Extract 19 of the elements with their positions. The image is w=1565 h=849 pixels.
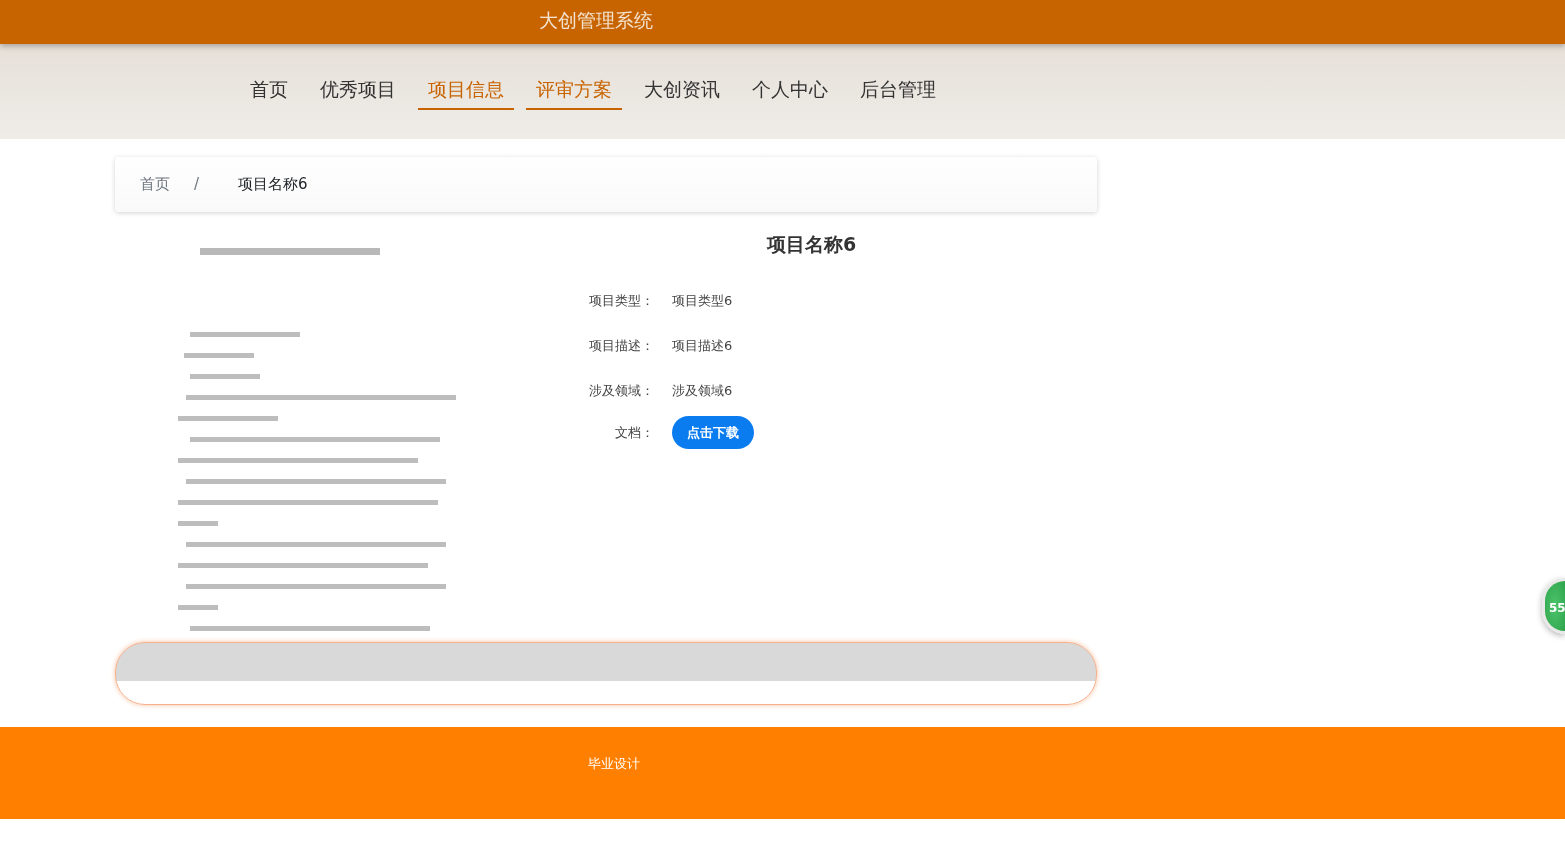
breadcrumb-link[interactable]: 首页 (140, 173, 170, 196)
project-title: 项目名称6 (767, 232, 858, 257)
field-value: 项目类型6 (672, 292, 733, 311)
field-label: 项目类型： (588, 292, 655, 311)
nav-link[interactable]: 个人中心 (742, 71, 838, 110)
field-label: 项目描述： (588, 337, 655, 356)
nav-link[interactable]: 后台管理 (850, 71, 946, 110)
nav-link[interactable]: 优秀项目 (310, 71, 406, 110)
breadcrumb-separator: / (194, 174, 200, 196)
nav-link[interactable]: 大创资讯 (634, 71, 730, 110)
field-value: 项目描述6 (672, 337, 733, 356)
field-value: 涉及领域6 (672, 382, 733, 401)
site-title: 大创管理系统 (539, 8, 653, 33)
breadcrumb-current: 项目名称6 (238, 174, 308, 196)
field-label: 文档： (614, 423, 655, 442)
nav-link[interactable]: 首页 (240, 71, 298, 110)
footer-text: 毕业设计 (588, 755, 641, 773)
download-button[interactable]: 点击下载 (672, 415, 754, 450)
field-label: 涉及领域： (588, 382, 655, 401)
